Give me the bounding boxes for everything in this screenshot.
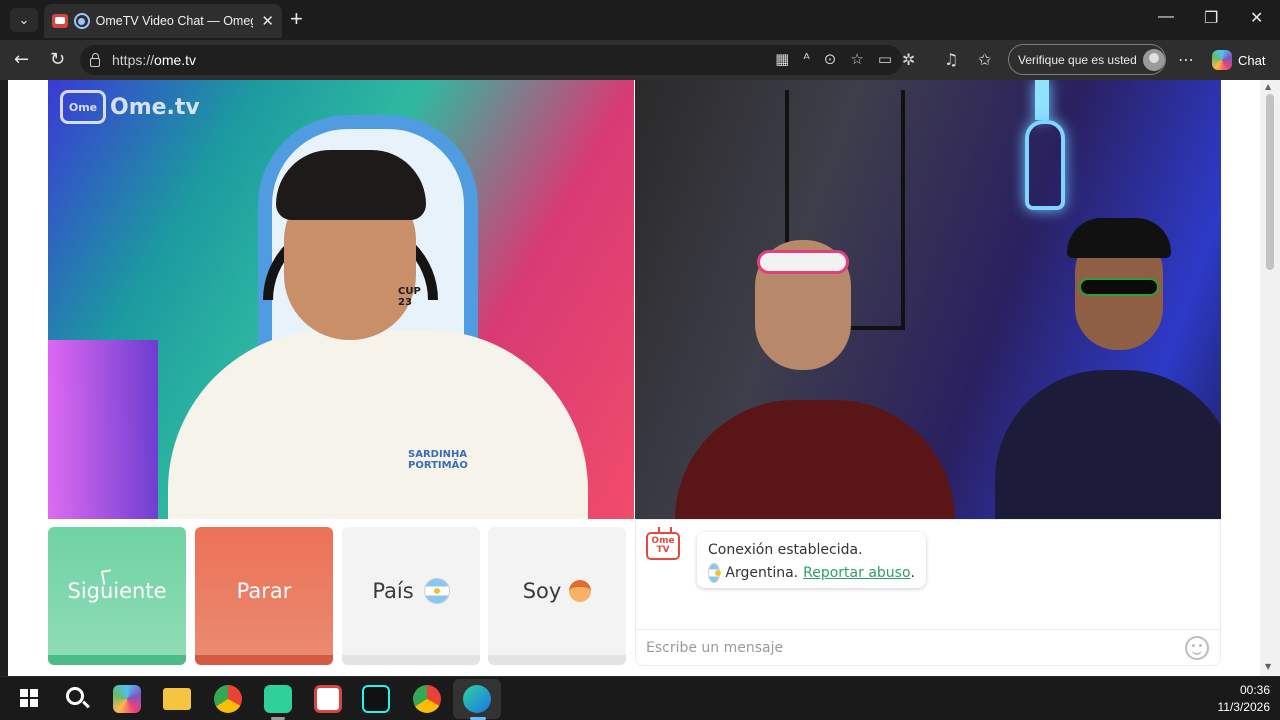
chevron-down-icon: ⌄: [18, 12, 30, 28]
profile-verify-button[interactable]: Verifique que es usted: [1008, 44, 1166, 75]
ometv-watermark: Ome Ome.tv: [60, 90, 200, 124]
address-bar[interactable]: https://ome.tv ▦ ᴬ ⊙ ☆ ▭: [80, 45, 902, 75]
gender-button[interactable]: Soy: [488, 527, 626, 665]
windows-taskbar: 00:36 11/3/2026: [0, 676, 1280, 720]
copilot-chat-button[interactable]: Chat: [1212, 50, 1265, 70]
refresh-icon[interactable]: ↻: [50, 49, 65, 70]
minimize-button[interactable]: —: [1158, 8, 1174, 26]
stranger-2-glasses: [1079, 278, 1159, 296]
new-tab-button[interactable]: +: [290, 6, 303, 32]
watermark-text: Ome.tv: [110, 94, 200, 120]
connection-text: Conexión establecida.: [708, 541, 863, 558]
stop-button[interactable]: Parar: [195, 527, 333, 665]
soy-label: Soy: [522, 579, 562, 603]
scroll-up-icon[interactable]: ▲: [1265, 82, 1271, 91]
local-video: CUP 23 SARDINHA PORTIMÃO Ome Ome.tv: [48, 80, 634, 519]
clock-time: 00:36: [1239, 683, 1270, 697]
next-label: Siguiente: [67, 579, 167, 603]
country-label: País: [372, 579, 414, 603]
avatar: [1142, 48, 1165, 71]
stranger-2-cap: [1067, 218, 1171, 258]
favorites-icon[interactable]: ✩: [978, 50, 991, 69]
person-hair: [276, 150, 426, 220]
page-scrollbar[interactable]: ▲ ▼: [1260, 80, 1280, 676]
boy-face-icon: [569, 580, 592, 602]
country-line: Argentina. Reportar abuso.: [708, 561, 915, 584]
tab-title: OmeTV Video Chat — Omegle: [95, 14, 254, 28]
shirt-text: SARDINHA PORTIMÃO: [408, 449, 468, 471]
app-green-icon[interactable]: [264, 685, 292, 713]
tab-actions-button[interactable]: ⌄: [10, 8, 38, 32]
message-input[interactable]: [646, 636, 1166, 660]
system-message-bubble: Conexión establecida. Argentina. Reporta…: [697, 532, 926, 588]
scroll-thumb[interactable]: [1266, 94, 1274, 270]
ometv-logo-icon: Ome TV: [646, 532, 680, 560]
restore-button[interactable]: ❐: [1204, 8, 1218, 28]
report-suffix: .: [910, 564, 915, 581]
person-shirt: [168, 330, 588, 519]
media-control-icon[interactable]: ♫: [944, 50, 958, 69]
more-options-icon[interactable]: ⋯: [1178, 50, 1194, 69]
stranger-2-body: [995, 370, 1221, 519]
emoji-icon[interactable]: [1185, 636, 1209, 660]
connection-status: Conexión establecida.: [708, 538, 915, 561]
neon-bar: [1035, 80, 1049, 120]
chrome-icon[interactable]: [214, 685, 242, 713]
browser-toolbar: ← ↻ https://ome.tv ▦ ᴬ ⊙ ☆ ▭ ✲ ♫ ✩ Verif…: [0, 40, 1280, 80]
lock-icon: [90, 52, 100, 67]
chat-divider: [635, 629, 1221, 630]
report-abuse-link[interactable]: Reportar abuso: [803, 565, 910, 581]
camera-in-use-icon[interactable]: ▭: [878, 50, 892, 68]
url-text: https://ome.tv: [112, 52, 196, 68]
ometv-tv-icon: Ome: [60, 90, 106, 124]
clock-date: 11/3/2026: [1217, 700, 1271, 714]
flag-argentina-icon: [708, 562, 722, 583]
country-name: Argentina.: [725, 564, 799, 581]
apps-icon[interactable]: ▦: [775, 50, 789, 68]
stranger-1-body: [675, 400, 955, 519]
country-button[interactable]: País: [342, 527, 480, 665]
scroll-down-icon[interactable]: ▼: [1265, 662, 1271, 671]
remote-video: [635, 80, 1221, 519]
browser-titlebar: ⌄ OmeTV Video Chat — Omegle ✕ + — ❐ ✕: [0, 0, 1280, 40]
copilot-icon: [1212, 50, 1232, 70]
stop-label: Parar: [236, 579, 292, 603]
flag-argentina-icon: [423, 578, 450, 604]
chair-text: CUP 23: [398, 286, 421, 308]
reader-mode-icon[interactable]: ⊙: [824, 50, 837, 68]
copilot-app-icon[interactable]: [113, 685, 141, 713]
ometv-favicon-icon: [52, 14, 68, 28]
chat-label: Chat: [1238, 52, 1266, 68]
url-domain: ome.tv: [154, 52, 197, 68]
stranger-1-glasses: [757, 250, 849, 274]
ometv-app-icon[interactable]: [314, 685, 342, 713]
next-button[interactable]: Siguiente: [48, 527, 186, 665]
url-prefix: https://: [112, 52, 155, 68]
extensions-icon[interactable]: ✲: [902, 50, 915, 69]
favorite-star-icon[interactable]: ☆: [850, 50, 863, 68]
neon-sign: [1025, 120, 1065, 210]
back-arrow-icon[interactable]: ←: [14, 49, 29, 70]
tab-close-icon[interactable]: ✕: [261, 12, 274, 30]
tiktok-icon[interactable]: [362, 685, 390, 713]
file-explorer-icon[interactable]: [163, 688, 191, 710]
recording-indicator-icon: [73, 13, 90, 29]
translate-icon[interactable]: ᴬ: [803, 50, 809, 68]
windows-start-icon[interactable]: [20, 689, 38, 707]
light-strip: [48, 340, 158, 519]
search-icon[interactable]: [66, 687, 84, 705]
chrome-profile-icon[interactable]: [413, 685, 441, 713]
close-window-button[interactable]: ✕: [1250, 8, 1263, 28]
edge-icon[interactable]: [463, 685, 491, 713]
system-clock[interactable]: 00:36 11/3/2026: [1218, 682, 1271, 716]
browser-tab-ometv[interactable]: OmeTV Video Chat — Omegle ✕: [44, 4, 282, 38]
verify-label: Verifique que es usted: [1018, 52, 1137, 67]
